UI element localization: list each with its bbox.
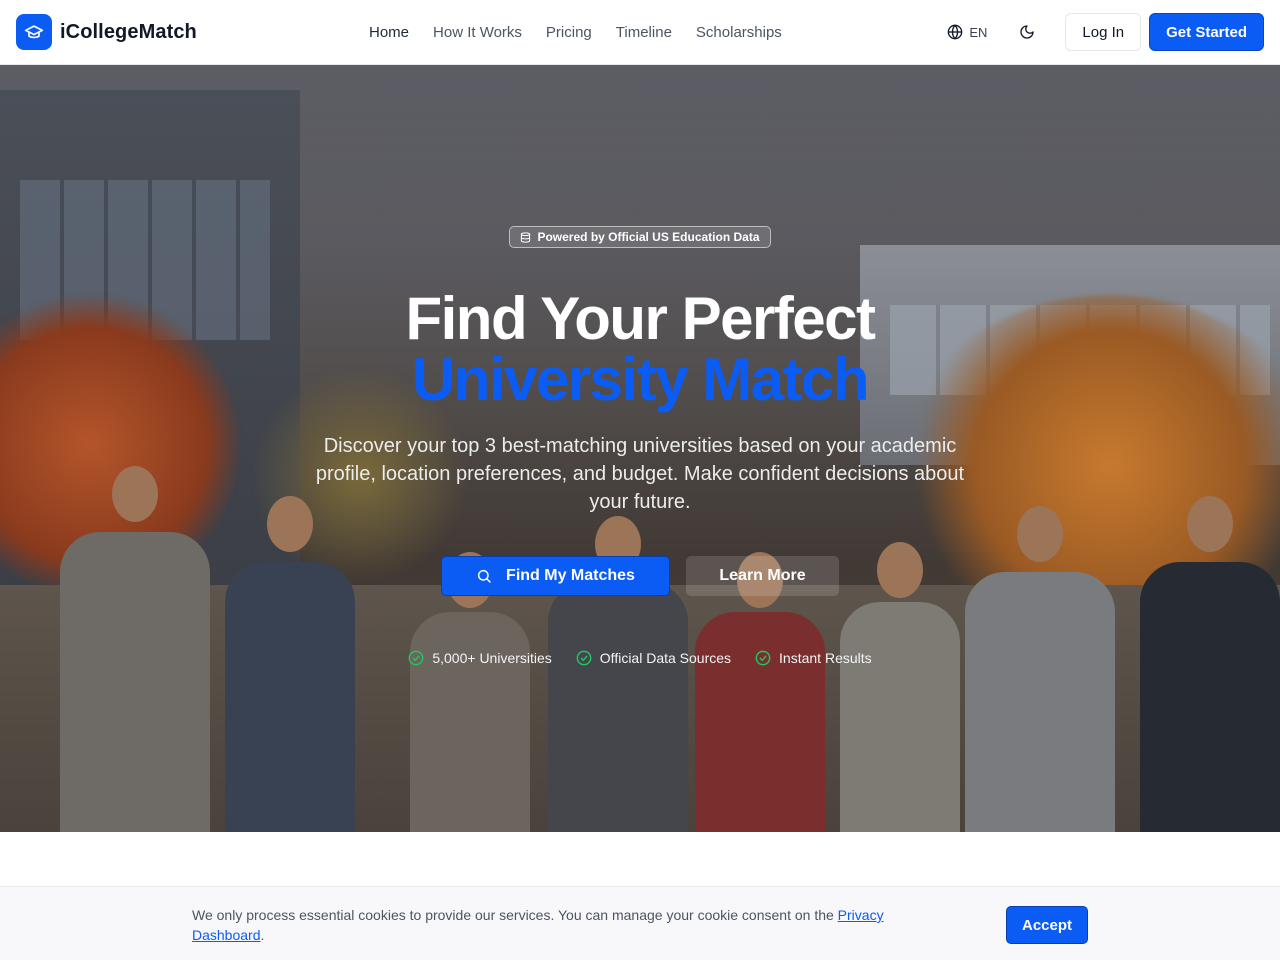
header-actions: EN Log In Get Started xyxy=(935,13,1264,51)
nav-timeline[interactable]: Timeline xyxy=(604,24,684,41)
hero-features: 5,000+ Universities Official Data Source… xyxy=(0,650,1280,666)
get-started-button[interactable]: Get Started xyxy=(1149,13,1264,51)
cookie-suffix: . xyxy=(260,927,265,943)
search-icon xyxy=(477,569,491,583)
hero-subtitle: Discover your top 3 best-matching univer… xyxy=(315,435,965,513)
hero-section: Powered by Official US Education Data Fi… xyxy=(0,65,1280,832)
database-icon xyxy=(521,231,531,243)
accept-cookies-button[interactable]: Accept xyxy=(1006,906,1088,944)
language-code: EN xyxy=(969,24,988,40)
find-my-matches-button[interactable]: Find My Matches xyxy=(441,556,670,596)
nav-home[interactable]: Home xyxy=(357,24,421,41)
cookie-text: We only process essential cookies to pro… xyxy=(192,905,952,945)
hero-title-line-1: Find Your Perfect xyxy=(405,285,876,352)
theme-toggle[interactable] xyxy=(1007,13,1047,51)
brand-logo[interactable]: iCollegeMatch xyxy=(16,14,197,50)
cookie-banner: We only process essential cookies to pro… xyxy=(0,886,1280,960)
main-nav: Home How It Works Pricing Timeline Schol… xyxy=(357,0,794,64)
site-header: iCollegeMatch Home How It Works Pricing … xyxy=(0,0,1280,65)
check-circle-icon xyxy=(755,650,771,666)
badge-text: Powered by Official US Education Data xyxy=(537,230,760,244)
language-selector[interactable]: EN xyxy=(935,13,999,51)
feature-item: Instant Results xyxy=(755,650,872,666)
feature-label: 5,000+ Universities xyxy=(432,650,552,666)
moon-icon xyxy=(1020,25,1035,39)
feature-item: Official Data Sources xyxy=(576,650,731,666)
learn-more-button[interactable]: Learn More xyxy=(686,556,839,596)
graduation-cap-icon xyxy=(16,14,52,50)
data-source-badge: Powered by Official US Education Data xyxy=(509,226,771,248)
globe-icon xyxy=(948,24,963,40)
check-circle-icon xyxy=(408,650,424,666)
feature-label: Official Data Sources xyxy=(599,650,732,666)
hero-content: Powered by Official US Education Data Fi… xyxy=(0,65,1280,832)
feature-item: 5,000+ Universities xyxy=(408,650,552,666)
nav-how-it-works[interactable]: How It Works xyxy=(421,24,534,41)
hero-title-line-2: University Match xyxy=(411,346,870,413)
nav-pricing[interactable]: Pricing xyxy=(534,24,604,41)
login-button[interactable]: Log In xyxy=(1065,13,1142,51)
find-my-matches-label: Find My Matches xyxy=(506,567,635,584)
cookie-message: We only process essential cookies to pro… xyxy=(192,907,838,923)
check-circle-icon xyxy=(576,650,592,666)
nav-scholarships[interactable]: Scholarships xyxy=(684,24,794,41)
feature-label: Instant Results xyxy=(779,650,872,666)
brand-name: iCollegeMatch xyxy=(60,20,197,43)
